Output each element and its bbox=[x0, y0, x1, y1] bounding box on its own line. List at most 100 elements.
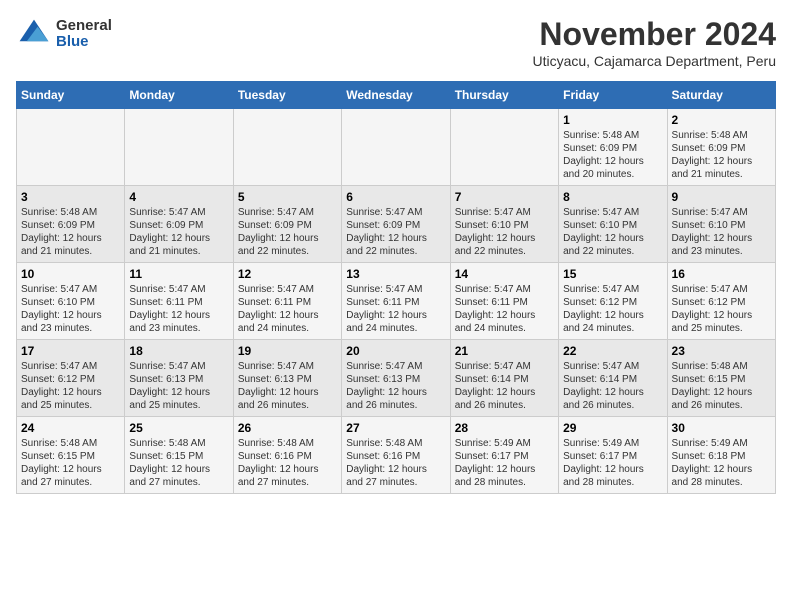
day-number: 25 bbox=[129, 421, 228, 435]
day-number: 26 bbox=[238, 421, 337, 435]
day-number: 4 bbox=[129, 190, 228, 204]
day-info: Sunrise: 5:49 AM Sunset: 6:17 PM Dayligh… bbox=[563, 437, 662, 489]
calendar-cell: 24 Sunrise: 5:48 AM Sunset: 6:15 PM Dayli… bbox=[17, 417, 125, 494]
day-info: Sunrise: 5:47 AM Sunset: 6:11 PM Dayligh… bbox=[455, 283, 554, 335]
header-wednesday: Wednesday bbox=[342, 82, 450, 109]
day-info: Sunrise: 5:48 AM Sunset: 6:16 PM Dayligh… bbox=[238, 437, 337, 489]
day-number: 21 bbox=[455, 344, 554, 358]
day-info: Sunrise: 5:48 AM Sunset: 6:15 PM Dayligh… bbox=[672, 360, 771, 412]
day-info: Sunrise: 5:47 AM Sunset: 6:13 PM Dayligh… bbox=[238, 360, 337, 412]
day-number: 23 bbox=[672, 344, 771, 358]
day-number: 27 bbox=[346, 421, 445, 435]
day-number: 18 bbox=[129, 344, 228, 358]
calendar-cell: 25 Sunrise: 5:48 AM Sunset: 6:15 PM Dayli… bbox=[125, 417, 233, 494]
calendar-cell: 29 Sunrise: 5:49 AM Sunset: 6:17 PM Dayli… bbox=[559, 417, 667, 494]
calendar-cell: 21Sunrise: 5:47 AM Sunset: 6:14 PM Dayli… bbox=[450, 340, 558, 417]
logo: General Blue bbox=[16, 16, 112, 52]
day-info: Sunrise: 5:47 AM Sunset: 6:12 PM Dayligh… bbox=[672, 283, 771, 335]
day-number: 17 bbox=[21, 344, 120, 358]
header-saturday: Saturday bbox=[667, 82, 775, 109]
calendar-cell: 11 Sunrise: 5:47 AM Sunset: 6:11 PM Dayli… bbox=[125, 263, 233, 340]
calendar-cell: 9Sunrise: 5:47 AM Sunset: 6:10 PM Daylig… bbox=[667, 186, 775, 263]
calendar-cell: 22 Sunrise: 5:47 AM Sunset: 6:14 PM Dayli… bbox=[559, 340, 667, 417]
day-info: Sunrise: 5:47 AM Sunset: 6:10 PM Dayligh… bbox=[455, 206, 554, 258]
calendar-cell: 3 Sunrise: 5:48 AM Sunset: 6:09 PM Daylig… bbox=[17, 186, 125, 263]
logo-general: General bbox=[56, 18, 112, 35]
day-number: 3 bbox=[21, 190, 120, 204]
day-info: Sunrise: 5:49 AM Sunset: 6:17 PM Dayligh… bbox=[455, 437, 554, 489]
calendar-cell: 18 Sunrise: 5:47 AM Sunset: 6:13 PM Dayli… bbox=[125, 340, 233, 417]
calendar-cell: 8 Sunrise: 5:47 AM Sunset: 6:10 PM Daylig… bbox=[559, 186, 667, 263]
day-info: Sunrise: 5:47 AM Sunset: 6:12 PM Dayligh… bbox=[563, 283, 662, 335]
week-row-1: 3 Sunrise: 5:48 AM Sunset: 6:09 PM Daylig… bbox=[17, 186, 776, 263]
day-number: 2 bbox=[672, 113, 771, 127]
month-title: November 2024 bbox=[532, 16, 776, 53]
calendar-cell: 17 Sunrise: 5:47 AM Sunset: 6:12 PM Dayli… bbox=[17, 340, 125, 417]
calendar-cell bbox=[233, 109, 341, 186]
day-info: Sunrise: 5:47 AM Sunset: 6:09 PM Dayligh… bbox=[238, 206, 337, 258]
calendar-cell bbox=[450, 109, 558, 186]
day-info: Sunrise: 5:47 AM Sunset: 6:10 PM Dayligh… bbox=[672, 206, 771, 258]
day-number: 22 bbox=[563, 344, 662, 358]
calendar-cell: 6Sunrise: 5:47 AM Sunset: 6:09 PM Daylig… bbox=[342, 186, 450, 263]
calendar-table: SundayMondayTuesdayWednesdayThursdayFrid… bbox=[16, 81, 776, 494]
day-number: 14 bbox=[455, 267, 554, 281]
title-section: November 2024 Uticyacu, Cajamarca Depart… bbox=[532, 16, 776, 69]
calendar-header: SundayMondayTuesdayWednesdayThursdayFrid… bbox=[17, 82, 776, 109]
day-number: 20 bbox=[346, 344, 445, 358]
day-info: Sunrise: 5:48 AM Sunset: 6:09 PM Dayligh… bbox=[672, 129, 771, 181]
day-info: Sunrise: 5:48 AM Sunset: 6:15 PM Dayligh… bbox=[21, 437, 120, 489]
logo-icon bbox=[16, 16, 52, 52]
header-friday: Friday bbox=[559, 82, 667, 109]
day-info: Sunrise: 5:47 AM Sunset: 6:11 PM Dayligh… bbox=[129, 283, 228, 335]
day-info: Sunrise: 5:49 AM Sunset: 6:18 PM Dayligh… bbox=[672, 437, 771, 489]
day-number: 12 bbox=[238, 267, 337, 281]
calendar-cell: 12 Sunrise: 5:47 AM Sunset: 6:11 PM Dayli… bbox=[233, 263, 341, 340]
day-info: Sunrise: 5:48 AM Sunset: 6:09 PM Dayligh… bbox=[21, 206, 120, 258]
logo-blue: Blue bbox=[56, 34, 112, 51]
day-info: Sunrise: 5:47 AM Sunset: 6:09 PM Dayligh… bbox=[129, 206, 228, 258]
calendar-cell bbox=[125, 109, 233, 186]
day-number: 24 bbox=[21, 421, 120, 435]
day-number: 8 bbox=[563, 190, 662, 204]
day-info: Sunrise: 5:47 AM Sunset: 6:10 PM Dayligh… bbox=[21, 283, 120, 335]
week-row-3: 17 Sunrise: 5:47 AM Sunset: 6:12 PM Dayli… bbox=[17, 340, 776, 417]
day-number: 13 bbox=[346, 267, 445, 281]
day-number: 30 bbox=[672, 421, 771, 435]
calendar-cell: 23 Sunrise: 5:48 AM Sunset: 6:15 PM Dayli… bbox=[667, 340, 775, 417]
calendar-cell: 1Sunrise: 5:48 AM Sunset: 6:09 PM Daylig… bbox=[559, 109, 667, 186]
day-info: Sunrise: 5:48 AM Sunset: 6:15 PM Dayligh… bbox=[129, 437, 228, 489]
day-number: 16 bbox=[672, 267, 771, 281]
day-number: 15 bbox=[563, 267, 662, 281]
day-info: Sunrise: 5:47 AM Sunset: 6:11 PM Dayligh… bbox=[346, 283, 445, 335]
day-number: 7 bbox=[455, 190, 554, 204]
day-info: Sunrise: 5:47 AM Sunset: 6:11 PM Dayligh… bbox=[238, 283, 337, 335]
day-info: Sunrise: 5:47 AM Sunset: 6:14 PM Dayligh… bbox=[563, 360, 662, 412]
day-number: 5 bbox=[238, 190, 337, 204]
day-number: 19 bbox=[238, 344, 337, 358]
day-number: 10 bbox=[21, 267, 120, 281]
calendar-cell: 2 Sunrise: 5:48 AM Sunset: 6:09 PM Daylig… bbox=[667, 109, 775, 186]
day-number: 11 bbox=[129, 267, 228, 281]
day-info: Sunrise: 5:47 AM Sunset: 6:13 PM Dayligh… bbox=[346, 360, 445, 412]
calendar-cell bbox=[17, 109, 125, 186]
calendar-cell: 27Sunrise: 5:48 AM Sunset: 6:16 PM Dayli… bbox=[342, 417, 450, 494]
week-row-4: 24 Sunrise: 5:48 AM Sunset: 6:15 PM Dayli… bbox=[17, 417, 776, 494]
day-number: 28 bbox=[455, 421, 554, 435]
header-row: SundayMondayTuesdayWednesdayThursdayFrid… bbox=[17, 82, 776, 109]
day-info: Sunrise: 5:47 AM Sunset: 6:10 PM Dayligh… bbox=[563, 206, 662, 258]
day-info: Sunrise: 5:47 AM Sunset: 6:13 PM Dayligh… bbox=[129, 360, 228, 412]
calendar-cell: 16 Sunrise: 5:47 AM Sunset: 6:12 PM Dayli… bbox=[667, 263, 775, 340]
calendar-cell: 10 Sunrise: 5:47 AM Sunset: 6:10 PM Dayli… bbox=[17, 263, 125, 340]
page-header: General Blue November 2024 Uticyacu, Caj… bbox=[16, 16, 776, 69]
week-row-0: 1 Sunrise: 5:48 AM Sunset: 6:09 PM Daylig… bbox=[17, 109, 776, 186]
day-number: 1 bbox=[563, 113, 662, 127]
day-number: 29 bbox=[563, 421, 662, 435]
location: Uticyacu, Cajamarca Department, Peru bbox=[532, 53, 776, 69]
day-info: Sunrise: 5:47 AM Sunset: 6:12 PM Dayligh… bbox=[21, 360, 120, 412]
calendar-body: 1 Sunrise: 5:48 AM Sunset: 6:09 PM Daylig… bbox=[17, 109, 776, 494]
calendar-cell: 5 Sunrise: 5:47 AM Sunset: 6:09 PM Daylig… bbox=[233, 186, 341, 263]
calendar-cell: 13 Sunrise: 5:47 AM Sunset: 6:11 PM Dayli… bbox=[342, 263, 450, 340]
calendar-cell: 28 Sunrise: 5:49 AM Sunset: 6:17 PM Dayli… bbox=[450, 417, 558, 494]
calendar-cell: 7 Sunrise: 5:47 AM Sunset: 6:10 PM Daylig… bbox=[450, 186, 558, 263]
